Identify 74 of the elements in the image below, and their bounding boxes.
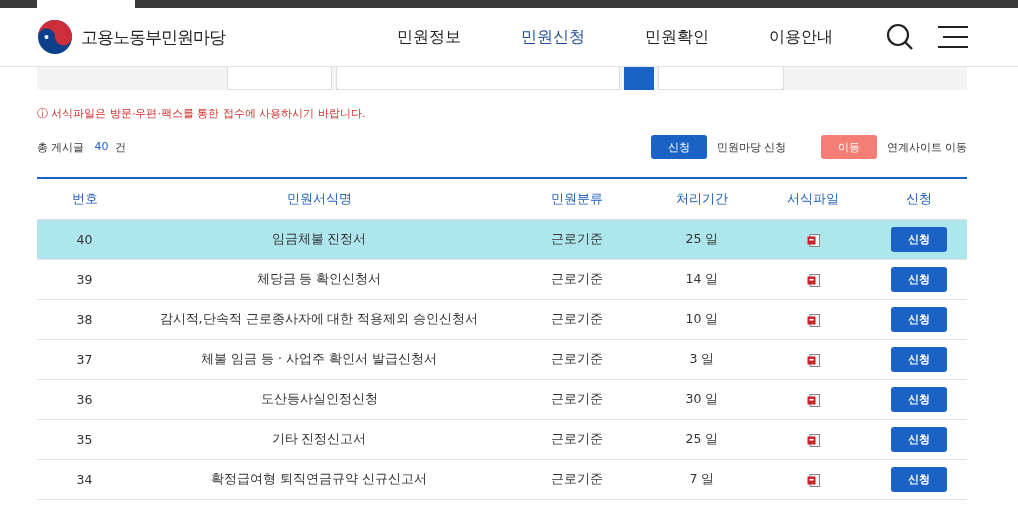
apply-button[interactable]: 신청 <box>890 227 947 252</box>
table-row[interactable]: 35 기타 진정신고서 근로기준 25 일 신청 <box>37 419 967 460</box>
table-cell: 근로기준 <box>506 419 648 460</box>
form-name-link[interactable]: 감시적,단속적 근로종사자에 대한 적용제외 승인신청서 <box>132 299 506 340</box>
form-name-link[interactable]: 체불 임금 등 · 사업주 확인서 발급신청서 <box>132 339 506 380</box>
site-title[interactable]: 고용노동부민원마당 <box>81 25 225 49</box>
document-file-icon[interactable] <box>806 274 820 287</box>
table-cell: 근로기준 <box>506 259 648 300</box>
nav-link[interactable]: 민원신청 <box>521 26 585 48</box>
table-row[interactable]: 34 확정급여형 퇴직연금규약 신규신고서 근로기준 7 일 신청 <box>37 459 967 500</box>
menu-icon[interactable] <box>938 25 968 49</box>
table-cell: 35 <box>37 419 132 460</box>
apply-button[interactable]: 신청 <box>890 427 947 452</box>
select-field[interactable] <box>658 67 784 90</box>
table-cell: 근로기준 <box>506 219 648 260</box>
table-cell: 30 일 <box>648 379 756 420</box>
table-row[interactable]: 38 감시적,단속적 근로종사자에 대한 적용제외 승인신청서 근로기준 10 일 신청 <box>37 299 967 340</box>
total-count: 40 <box>94 139 109 155</box>
apply-button[interactable]: 신청 <box>890 307 947 332</box>
legend-badge: 신청 <box>651 135 707 159</box>
form-name-link[interactable]: 임금체불 진정서 <box>132 219 506 260</box>
table-cell: 근로기준 <box>506 459 648 500</box>
document-file-icon[interactable] <box>806 394 820 407</box>
column-header: 신청 <box>870 178 967 220</box>
apply-button[interactable]: 신청 <box>890 347 947 372</box>
count-unit: 건 <box>114 139 126 155</box>
form-name-link[interactable]: 기타 진정신고서 <box>132 419 506 460</box>
document-file-icon[interactable] <box>806 434 820 447</box>
document-file-icon[interactable] <box>806 354 820 367</box>
table-cell: 근로기준 <box>506 379 648 420</box>
document-file-icon[interactable] <box>806 314 820 327</box>
column-header: 처리기간 <box>648 178 756 220</box>
apply-button[interactable]: 신청 <box>890 387 947 412</box>
legend-label: 연계사이트 이동 <box>886 139 967 155</box>
table-row[interactable]: 37 체불 임금 등 · 사업주 확인서 발급신청서 근로기준 3 일 신청 <box>37 339 967 380</box>
column-header: 민원서식명 <box>132 178 506 220</box>
column-header: 민원분류 <box>506 178 648 220</box>
table-cell: 36 <box>37 379 132 420</box>
apply-button[interactable]: 신청 <box>890 467 947 492</box>
form-name-link[interactable]: 체당금 등 확인신청서 <box>132 259 506 300</box>
table-cell: 25 일 <box>648 219 756 260</box>
table-cell: 근로기준 <box>506 339 648 380</box>
table-cell: 38 <box>37 299 132 340</box>
nav-link[interactable]: 이용안내 <box>769 26 833 48</box>
table-cell: 37 <box>37 339 132 380</box>
document-file-icon[interactable] <box>806 234 820 247</box>
table-cell: 40 <box>37 219 132 260</box>
column-header: 번호 <box>37 178 132 220</box>
nav-link[interactable]: 민원정보 <box>397 26 461 48</box>
table-row[interactable]: 39 체당금 등 확인신청서 근로기준 14 일 신청 <box>37 259 967 300</box>
table-row[interactable]: 40 임금체불 진정서 근로기준 25 일 신청 <box>37 219 967 260</box>
document-file-icon[interactable] <box>806 474 820 487</box>
legend-badge: 이동 <box>820 135 877 159</box>
total-label: 총 게시글 <box>37 139 85 155</box>
table-cell: 7 일 <box>648 459 756 500</box>
select-field[interactable] <box>227 67 332 90</box>
notice-text: ⓘ 서식파일은 방문·우편·팩스를 통한 접수에 사용하시기 바랍니다. <box>37 106 367 121</box>
nav-link[interactable]: 민원확인 <box>645 26 709 48</box>
form-name-link[interactable]: 도산등사실인정신청 <box>132 379 506 420</box>
column-header: 서식파일 <box>756 178 870 220</box>
legend-label: 민원마당 신청 <box>717 139 787 155</box>
table-cell: 34 <box>37 459 132 500</box>
table-cell: 14 일 <box>648 259 756 300</box>
search-input-field[interactable] <box>336 67 620 90</box>
table-cell: 근로기준 <box>506 299 648 340</box>
logo-icon <box>37 19 73 55</box>
form-name-link[interactable]: 확정급여형 퇴직연금규약 신규신고서 <box>132 459 506 500</box>
apply-button[interactable]: 신청 <box>890 267 947 292</box>
table-cell: 39 <box>37 259 132 300</box>
table-row[interactable]: 36 도산등사실인정신청 근로기준 30 일 신청 <box>37 379 967 420</box>
search-icon[interactable] <box>886 23 914 51</box>
table-cell: 25 일 <box>648 419 756 460</box>
table-cell: 10 일 <box>648 299 756 340</box>
table-cell: 3 일 <box>648 339 756 380</box>
